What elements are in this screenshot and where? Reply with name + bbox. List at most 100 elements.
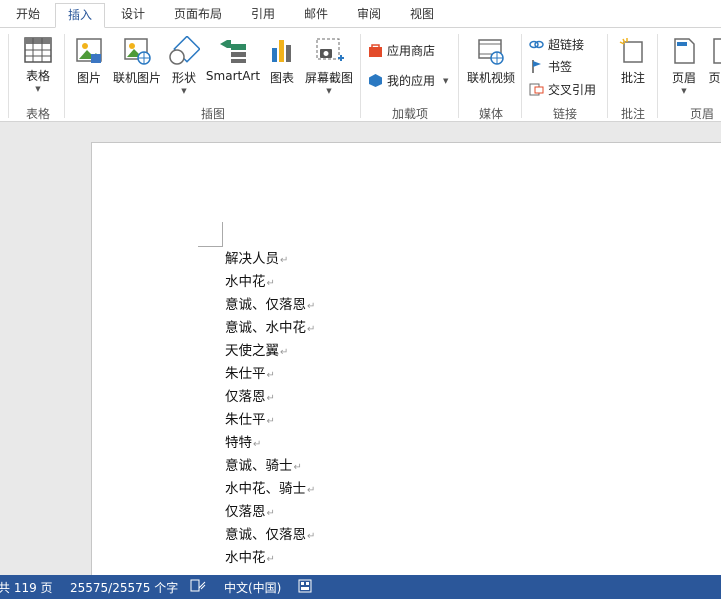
online-picture-button[interactable]: 联机图片 (110, 36, 164, 86)
screenshot-button[interactable]: 屏幕截图 ▼ (302, 36, 356, 96)
bookmark-button[interactable]: 书签 (529, 58, 572, 75)
page-count[interactable]: 共 119 页 (0, 579, 53, 596)
picture-icon (76, 38, 102, 63)
chevron-down-icon: ▼ (443, 76, 449, 85)
comment-icon (619, 38, 643, 63)
document-paragraph[interactable]: 朱仕平↵ (225, 409, 315, 432)
comment-label: 批注 (620, 71, 645, 85)
chevron-down-icon: ▼ (181, 87, 187, 95)
online-picture-icon (124, 38, 151, 65)
language-indicator[interactable]: 中文(中国) (224, 579, 281, 596)
paragraph-mark-icon: ↵ (266, 508, 275, 519)
online-video-button[interactable]: 联机视频 (464, 36, 518, 86)
document-paragraph[interactable]: 水中花↵ (225, 547, 315, 570)
header-label: 页眉 (671, 71, 696, 85)
document-paragraph[interactable]: 特特↵ (225, 432, 315, 455)
store-button[interactable]: 应用商店 (368, 42, 435, 59)
chart-button[interactable]: 图表 (264, 36, 300, 86)
document-paragraph[interactable]: 意诚、骑士↵ (225, 455, 315, 478)
tab-home[interactable]: 开始 (4, 3, 52, 28)
document-paragraph[interactable]: 意诚、仅落恩↵ (225, 294, 315, 317)
document-paragraph[interactable]: 朱仕平↵ (225, 363, 315, 386)
margin-corner-mark (198, 222, 223, 247)
tab-view[interactable]: 视图 (398, 3, 446, 28)
paragraph-text: 意诚、骑士 (225, 458, 293, 474)
chevron-down-icon: ▼ (681, 87, 687, 95)
bookmark-icon (532, 60, 541, 73)
my-apps-icon (369, 74, 382, 87)
paragraph-mark-icon: ↵ (307, 531, 316, 542)
group-label-tables: 表格 (25, 107, 50, 121)
tab-review[interactable]: 审阅 (345, 3, 393, 28)
chevron-down-icon: ▼ (326, 87, 332, 95)
word-count[interactable]: 25575/25575 个字 (70, 579, 178, 596)
chevron-down-icon: ▼ (35, 85, 41, 93)
table-button[interactable]: 表格 ▼ (18, 36, 58, 94)
paragraph-text: 水中花、骑士 (225, 481, 306, 497)
comment-button[interactable]: 批注 (614, 36, 652, 86)
document-paragraph[interactable]: 意诚、仅落恩↵ (225, 524, 315, 547)
group-separator (657, 34, 658, 118)
tab-insert[interactable]: 插入 (55, 3, 105, 28)
shapes-button[interactable]: 形状 ▼ (166, 36, 202, 96)
my-apps-button[interactable]: 我的应用 ▼ (368, 72, 448, 89)
smartart-icon (220, 40, 246, 63)
ribbon-tabs: 开始 插入 设计 页面布局 引用 邮件 审阅 视图 (0, 0, 721, 28)
paragraph-mark-icon: ↵ (266, 370, 275, 381)
cross-reference-button[interactable]: 交叉引用 (529, 81, 596, 98)
shapes-icon (169, 36, 200, 65)
store-icon (369, 44, 382, 57)
document-paragraph[interactable]: 水中花↵ (225, 271, 315, 294)
paragraph-text: 水中花 (225, 274, 266, 290)
paragraph-mark-icon: ↵ (307, 301, 316, 312)
group-label-illustrations: 插图 (200, 107, 225, 121)
paragraph-text: 特特 (225, 435, 252, 451)
picture-button[interactable]: 图片 (72, 36, 106, 86)
paragraph-mark-icon: ↵ (307, 324, 316, 335)
header-button[interactable]: 页眉 ▼ (665, 36, 703, 96)
paragraph-text: 朱仕平 (225, 412, 266, 428)
proofing-icon[interactable] (190, 579, 206, 596)
group-label-addins: 加载项 (391, 107, 428, 121)
paragraph-text: 仅落恩 (225, 389, 266, 405)
paragraph-text: 意诚、仅落恩 (225, 297, 306, 313)
paragraph-text: 意诚、仅落恩 (225, 527, 306, 543)
online-video-label: 联机视频 (466, 71, 515, 85)
online-video-icon (478, 39, 504, 65)
document-paragraph[interactable]: 水中花、骑士↵ (225, 478, 315, 501)
group-separator (521, 34, 522, 118)
document-paragraph[interactable]: 解决人员↵ (225, 248, 315, 271)
paragraph-text: 意诚、水中花 (225, 320, 306, 336)
tab-references[interactable]: 引用 (239, 3, 287, 28)
paragraph-text: 解决人员 (225, 251, 279, 267)
paragraph-mark-icon: ↵ (253, 439, 262, 450)
my-apps-label: 我的应用 (387, 74, 436, 88)
document-body[interactable]: 解决人员↵ 水中花↵ 意诚、仅落恩↵ 意诚、水中花↵ 天使之翼↵ 朱仕平↵ 仅落恩↵ 朱仕平↵… (225, 248, 315, 570)
document-paragraph[interactable]: 意诚、水中花↵ (225, 317, 315, 340)
paragraph-text: 朱仕平 (225, 366, 266, 382)
paragraph-mark-icon: ↵ (266, 554, 275, 565)
group-separator (607, 34, 608, 118)
document-canvas[interactable] (0, 123, 721, 599)
hyperlink-button[interactable]: 超链接 (529, 36, 584, 53)
document-page[interactable] (91, 142, 721, 599)
tab-page-layout[interactable]: 页面布局 (163, 3, 233, 28)
paragraph-mark-icon: ↵ (266, 393, 275, 404)
status-bar: 共 119 页 25575/25575 个字 中文(中国) (0, 575, 721, 599)
smartart-button[interactable]: SmartArt (204, 36, 262, 83)
group-separator (360, 34, 361, 118)
paragraph-mark-icon: ↵ (307, 485, 316, 496)
hyperlink-label: 超链接 (548, 38, 585, 52)
document-paragraph[interactable]: 仅落恩↵ (225, 501, 315, 524)
store-label: 应用商店 (387, 44, 436, 58)
document-paragraph[interactable]: 仅落恩↵ (225, 386, 315, 409)
footer-button[interactable]: 页 (708, 36, 721, 86)
tab-mailings[interactable]: 邮件 (292, 3, 340, 28)
tab-design[interactable]: 设计 (109, 3, 157, 28)
macro-icon[interactable] (298, 579, 312, 596)
screenshot-icon (316, 38, 344, 61)
table-label: 表格 (25, 69, 50, 83)
table-icon (24, 37, 52, 63)
footer-label: 页 (708, 71, 721, 85)
document-paragraph[interactable]: 天使之翼↵ (225, 340, 315, 363)
